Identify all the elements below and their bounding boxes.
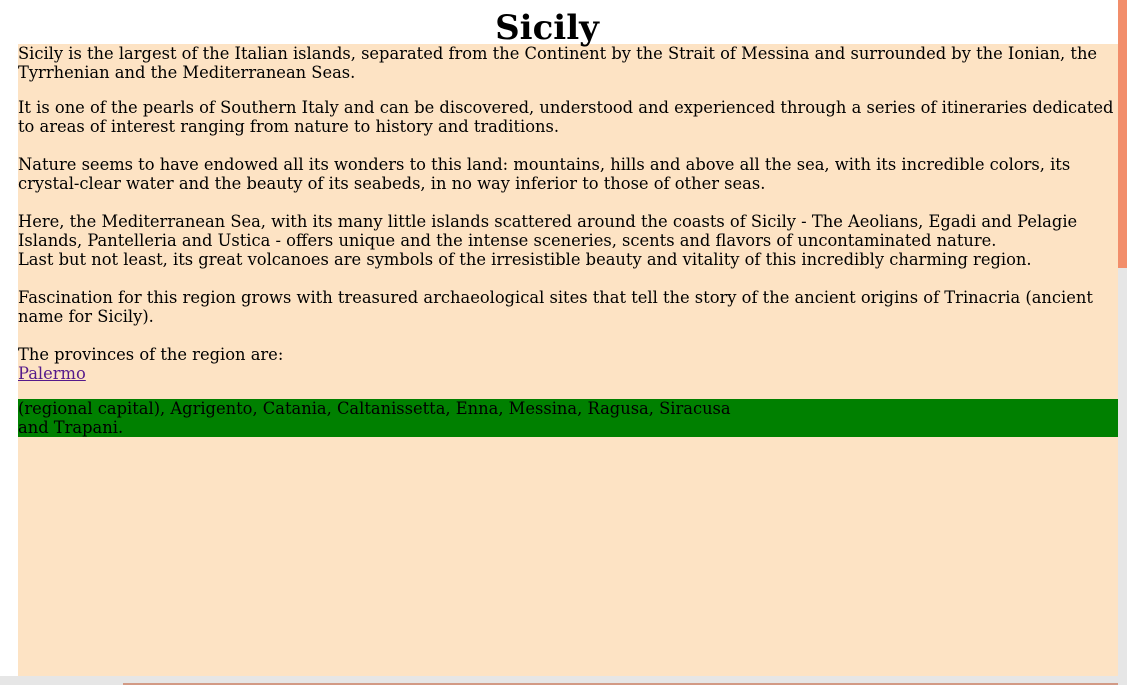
nature-paragraph: Nature seems to have endowed all its won… [18, 155, 1071, 193]
provinces-list-text: (regional capital), Agrigento, Catania, … [18, 399, 731, 437]
volcanoes-text: Last but not least, its great volcanoes … [18, 250, 1032, 269]
page-title: Sicily [495, 8, 599, 48]
provinces-paragraph: The provinces of the region are: Palermo [18, 345, 1118, 383]
islands-text: Here, the Mediterranean Sea, with its ma… [18, 212, 1078, 250]
palermo-link[interactable]: Palermo [18, 364, 86, 383]
vertical-scrollbar[interactable] [1118, 0, 1127, 685]
horizontal-scrollbar[interactable] [0, 676, 1118, 685]
vertical-scrollbar-thumb[interactable] [1118, 0, 1127, 268]
islands-paragraph: Here, the Mediterranean Sea, with its ma… [18, 212, 1118, 269]
page: Sicily Sicily is the largest of the Ital… [0, 0, 1127, 685]
provinces-intro: The provinces of the region are: [18, 345, 284, 364]
provinces-highlight-box: (regional capital), Agrigento, Catania, … [18, 399, 1118, 437]
content-area: Sicily is the largest of the Italian isl… [18, 44, 1118, 676]
itineraries-paragraph: It is one of the pearls of Southern Ital… [18, 98, 1114, 136]
archaeology-paragraph: Fascination for this region grows with t… [18, 288, 1093, 326]
